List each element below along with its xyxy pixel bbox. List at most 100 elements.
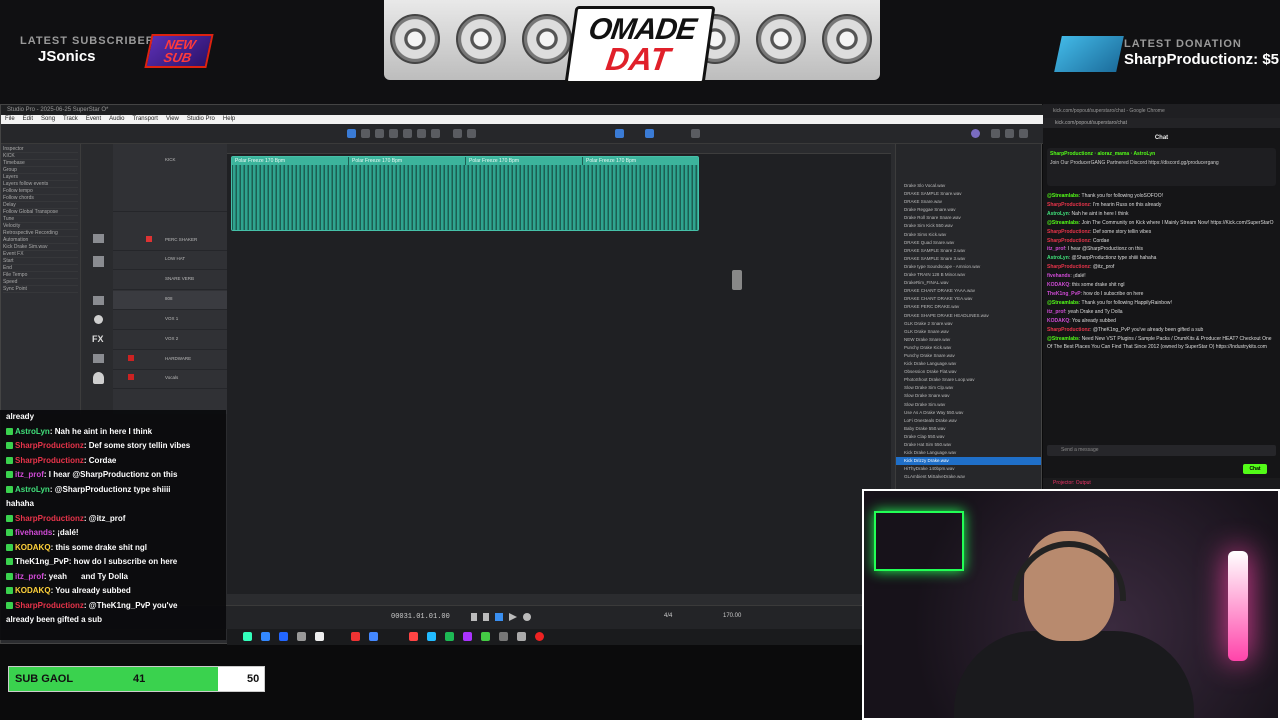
inspector-row[interactable]: File Tempo [3, 272, 78, 279]
browser-file-item[interactable]: DrakeRim_FINAL.wav [896, 279, 1041, 287]
app-icon[interactable] [535, 632, 544, 641]
track-row[interactable]: SNARE VERB [113, 271, 227, 290]
monitor-button[interactable] [128, 355, 134, 361]
track-row[interactable]: KICK [113, 152, 227, 212]
play-icon[interactable] [509, 613, 517, 621]
app-icon[interactable] [481, 632, 490, 641]
chat-username[interactable]: fivehands [1047, 273, 1070, 279]
spotify-icon[interactable] [445, 632, 454, 641]
chat-username[interactable]: AstroLyn [1047, 255, 1069, 261]
menu-file[interactable]: File [5, 115, 15, 124]
browser-file-item[interactable]: DRAKE Snare.wav [896, 198, 1041, 206]
inspector-row[interactable]: Group [3, 167, 78, 174]
chrome-icon[interactable] [409, 632, 418, 641]
browser-file-item[interactable]: DRAKE SAMPLE Snare.wav [896, 190, 1041, 198]
chat-username[interactable]: @Streamlabs [1047, 336, 1079, 342]
menu-view[interactable]: View [166, 115, 179, 124]
browser-file-item[interactable]: Slow Drake Sim.wav [896, 401, 1041, 409]
app-icon[interactable] [297, 632, 306, 641]
split-tool-icon[interactable] [375, 129, 384, 138]
browser-file-item[interactable]: Drake Slo Vocal.wav [896, 182, 1041, 190]
browser-file-item[interactable]: Obsession Drake Flat.wav [896, 368, 1041, 376]
browser-file-item[interactable]: DRAKE CHANT DRAKE YAAA.wav [896, 287, 1041, 295]
browser-file-item[interactable]: NEW Drake Snare.wav [896, 336, 1041, 344]
audio-clip[interactable]: Polar Freeze 170 Bpm Polar Freeze 170 Bp… [231, 156, 699, 231]
output-icon[interactable] [93, 354, 104, 363]
browser-file-item[interactable]: Kick Drizzy Drake.wav [896, 457, 1041, 466]
timeline-ruler[interactable] [227, 144, 891, 154]
track-row[interactable]: HARDWARE [113, 351, 227, 370]
browser-file-item[interactable]: LoFi Onesteals Drake.wav [896, 417, 1041, 425]
inspector-row[interactable]: Sync Point [3, 286, 78, 293]
browser-file-item[interactable]: GLAmbient MiSalveDrake.wav [896, 473, 1041, 481]
snap-icon[interactable] [453, 129, 462, 138]
fx-icon[interactable]: FX [92, 334, 104, 344]
menu-help[interactable]: Help [223, 115, 235, 124]
chat-username[interactable]: AstroLyn [1047, 211, 1069, 217]
chat-username[interactable]: @Streamlabs [1047, 220, 1079, 226]
mute-tool-icon[interactable] [417, 129, 426, 138]
record-icon[interactable] [523, 613, 531, 621]
inspector-row[interactable]: Timebase [3, 160, 78, 167]
track-row[interactable]: 808 [113, 291, 227, 310]
settings-icon[interactable] [991, 129, 1000, 138]
arrangement-view[interactable]: Polar Freeze 170 Bpm Polar Freeze 170 Bp… [227, 144, 891, 594]
arrow-tool-icon[interactable] [347, 129, 356, 138]
chat-username[interactable]: SharpProductionz [1047, 327, 1090, 333]
eraser-tool-icon[interactable] [389, 129, 398, 138]
browser-file-item[interactable]: Kick Drake Language.wav [896, 449, 1041, 457]
keys-icon[interactable] [93, 256, 104, 267]
chat-username[interactable]: SharpProductionz [1047, 229, 1090, 235]
inspector-row[interactable]: Follow Global Transpose [3, 209, 78, 216]
chat-username[interactable]: itz_prof [1047, 309, 1065, 315]
chat-username[interactable]: @Streamlabs [1047, 193, 1079, 199]
inspector-row[interactable]: Speed [3, 279, 78, 286]
inspector-row[interactable]: End [3, 265, 78, 272]
inspector-row[interactable]: Layers follow events [3, 181, 78, 188]
inspector-row[interactable]: Tune [3, 216, 78, 223]
inspector-row[interactable]: Retrospective Recording [3, 230, 78, 237]
browser-file-item[interactable]: DRAKE SAMPLE Snare 3.wav [896, 255, 1041, 263]
app-icon[interactable] [243, 632, 252, 641]
record-button[interactable] [146, 236, 152, 242]
browser-file-item[interactable]: Drake type Soundscape - Amnion.wav [896, 263, 1041, 271]
browser-file-item[interactable]: DRAKE PERC DRAKE.wav [896, 303, 1041, 311]
browser-file-item[interactable]: Punchy Drake Snare.wav [896, 352, 1041, 360]
pinned-message[interactable]: SharpProductionz · aloraz_mama · AstroLy… [1047, 148, 1276, 186]
chat-username[interactable]: SharpProductionz [1047, 264, 1090, 270]
browser-file-item[interactable]: DRAKE CHANT DRAKE YEA.wav [896, 295, 1041, 303]
menu-transport[interactable]: Transport [133, 115, 158, 124]
browser-file-item[interactable]: Punchy Drake Kick.wav [896, 344, 1041, 352]
browser-file-item[interactable]: Drake Clap 550.wav [896, 433, 1041, 441]
track-row[interactable]: VOX 2 [113, 331, 227, 350]
inspector-row[interactable]: Automation [3, 237, 78, 244]
browser-file-item[interactable]: GLK Drake 2 Snare.wav [896, 320, 1041, 328]
stop-icon[interactable] [495, 613, 503, 621]
chat-username[interactable]: itz_prof [1047, 246, 1065, 252]
browser-file-item[interactable]: Kick Drake Language.wav [896, 360, 1041, 368]
inspector-row[interactable]: Start [3, 258, 78, 265]
chat-username[interactable]: SharpProductionz [1047, 202, 1090, 208]
menu-edit[interactable]: Edit [23, 115, 33, 124]
mic-icon[interactable] [94, 315, 103, 324]
time-signature[interactable]: 4/4 [664, 613, 672, 619]
loop-icon[interactable] [645, 129, 654, 138]
browser-file-item[interactable]: Drake Sims Kick.wav [896, 231, 1041, 239]
browser-file-item[interactable]: Drake Sim Kick 550.wav [896, 222, 1041, 230]
app-icon[interactable] [517, 632, 526, 641]
chat-send-button[interactable]: Chat [1243, 464, 1267, 474]
browser-file-item[interactable]: PhotoShoot Drake Snare Loop.wav [896, 376, 1041, 384]
avatar[interactable] [971, 129, 980, 138]
menu-song[interactable]: Song [41, 115, 55, 124]
browser-file-item[interactable]: Slow Drake Sim Clp.wav [896, 384, 1041, 392]
app-icon[interactable] [369, 632, 378, 641]
app-icon[interactable] [279, 632, 288, 641]
menu-track[interactable]: Track [63, 115, 78, 124]
menu-studio-pro[interactable]: Studio Pro [187, 115, 215, 124]
zoom-icon[interactable] [467, 129, 476, 138]
chat-username[interactable]: TheK1ng_PvP [1047, 291, 1081, 297]
browser-file-item[interactable]: Baby Drake 550.wav [896, 425, 1041, 433]
bend-tool-icon[interactable] [431, 129, 440, 138]
track-row[interactable]: PERC SHAKER [113, 232, 227, 251]
help-icon[interactable] [691, 129, 700, 138]
